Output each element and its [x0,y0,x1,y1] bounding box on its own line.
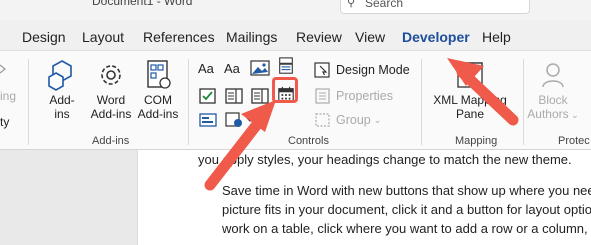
block-authors-icon [542,63,564,88]
title-bar: Document1 - Word ⚲ Search [0,0,591,20]
document-line-3: picture fits in your document, click it … [222,202,591,217]
add-ins-button[interactable]: Add- ins [42,59,82,121]
tab-view[interactable]: View [355,29,385,45]
tab-review[interactable]: Review [296,29,342,45]
chevron-down-icon[interactable] [246,117,254,123]
document-line-4: work on a table, click where you want to… [222,221,591,236]
tab-design[interactable]: Design [22,29,66,45]
gear-icon [101,65,121,85]
tab-developer[interactable]: Developer [402,29,470,53]
add-ins-icon [48,60,72,91]
design-mode-button[interactable]: Design Mode [314,61,410,79]
drop-down-list-control-icon[interactable] [250,87,270,105]
group-separator [421,59,422,145]
design-mode-label: Design Mode [336,63,410,77]
properties-label: Properties [336,89,393,103]
add-ins-label-2: ins [54,107,70,121]
com-add-ins-icon [147,60,171,89]
plain-text-control-icon[interactable]: Aa [224,61,244,79]
mapping-group-label: Mapping [455,135,498,147]
document-gutter [0,150,137,245]
document-line-1: you apply styles, your headings change t… [198,152,572,167]
xml-mapping-pane-button[interactable]: XML Mapping Pane [430,59,510,121]
chevron-down-icon: ⌄ [373,114,382,125]
tab-references[interactable]: References [143,29,215,45]
xml-mapping-icon [457,62,483,88]
word-add-ins-label-1: Word [96,93,126,107]
com-add-ins-label-2: Add-ins [137,107,179,121]
com-add-ins-label-1: COM [144,93,172,107]
properties-button[interactable]: Properties [314,87,393,105]
group-button[interactable]: Group ⌄ [314,111,381,129]
ribbon-tabs: Design Layout References Mailings Review… [0,22,591,53]
legacy-tools-icon[interactable] [198,111,218,129]
block-authors-label-1: Block [538,93,568,107]
document-page[interactable]: you apply styles, your headings change t… [137,150,591,245]
group-label: Group [336,113,371,127]
document-title: Document1 - Word [92,0,193,8]
group-separator [28,59,29,145]
rich-text-control-icon[interactable]: Aa [198,61,218,79]
properties-icon [315,88,330,104]
search-placeholder: Search [365,0,404,10]
partial-left-label-2: ty [0,115,10,129]
group-icon [315,113,330,127]
building-block-control-icon[interactable] [276,57,296,75]
tab-layout[interactable]: Layout [82,29,124,45]
add-ins-group-label: Add-ins [92,135,130,147]
repeating-section-control-icon[interactable] [224,111,244,129]
highlight-box [272,77,298,103]
block-authors-button[interactable]: Block Authors ⌄ [526,59,580,122]
tab-mailings[interactable]: Mailings [226,29,277,45]
xml-mapping-label-2: Pane [455,107,485,121]
group-separator [188,59,189,145]
xml-mapping-label-1: XML Mapping [433,93,507,107]
tab-help[interactable]: Help [482,29,511,45]
combo-box-control-icon[interactable] [224,87,244,105]
word-add-ins-button[interactable]: Word Add-ins [88,59,134,121]
add-ins-label-1: Add- [49,93,75,107]
partial-left-icon [0,64,6,74]
design-mode-icon [314,62,330,78]
document-line-2: Save time in Word with new buttons that … [222,183,591,198]
word-add-ins-label-2: Add-ins [90,107,132,121]
picture-control-icon[interactable] [250,59,270,77]
search-icon: ⚲ [347,0,356,9]
search-input[interactable]: ⚲ Search [340,0,530,14]
protect-group-label: Protec [558,135,590,147]
group-separator [523,59,524,145]
com-add-ins-button[interactable]: COM Add-ins [136,59,180,121]
checkbox-control-icon[interactable] [198,87,218,105]
block-authors-label-2: Authors [527,107,569,121]
controls-group-label: Controls [288,135,329,147]
partial-left-label-1: ing [0,89,17,103]
